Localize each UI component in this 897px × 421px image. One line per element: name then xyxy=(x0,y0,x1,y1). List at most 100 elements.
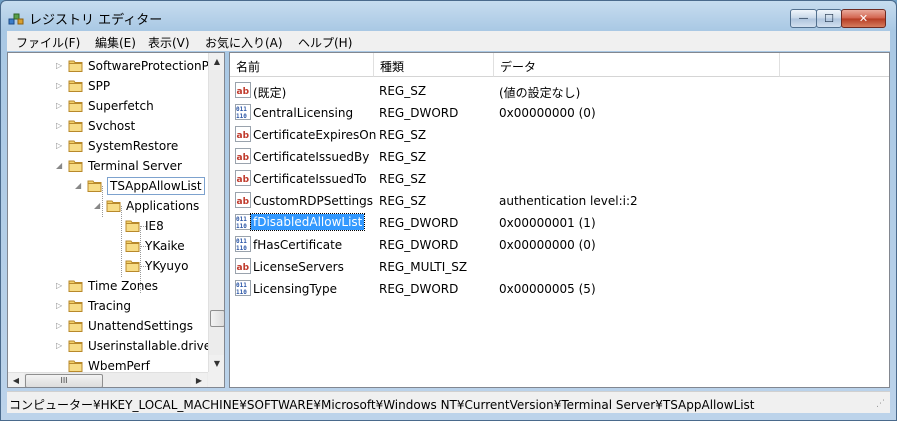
tree-item-label[interactable]: TSAppAllowList xyxy=(107,177,205,195)
string-value-icon: ab xyxy=(235,126,251,142)
tree-item[interactable]: ◢ TSAppAllowList xyxy=(8,176,208,196)
value-type: REG_DWORD xyxy=(379,238,459,252)
svg-text:011: 011 xyxy=(236,238,247,245)
tree-item-label[interactable]: UnattendSettings xyxy=(88,319,193,333)
expand-arrow-icon[interactable]: ▷ xyxy=(56,102,64,110)
value-row[interactable]: ab CustomRDPSettings REG_SZ authentication … xyxy=(230,189,889,211)
status-bar: コンピューター¥HKEY_LOCAL_MACHINE¥SOFTWARE¥Micr… xyxy=(7,391,890,413)
tree-item-label[interactable]: Applications xyxy=(126,199,199,213)
folder-icon xyxy=(68,298,84,313)
folder-shape xyxy=(68,160,83,172)
value-data: 0x00000001 (1) xyxy=(499,216,596,230)
close-button[interactable]: ✕ xyxy=(841,9,886,28)
folder-icon xyxy=(68,78,84,93)
tree-item[interactable]: ▷ UnattendSettings xyxy=(8,316,208,336)
value-row[interactable]: 011 110 CentralLicensing REG_DWORD 0x0000000… xyxy=(230,101,889,123)
tree-connector xyxy=(140,226,148,227)
tree-item-label[interactable]: YKaike xyxy=(145,239,185,253)
scroll-up-icon[interactable]: ▲ xyxy=(209,53,224,70)
scroll-left-icon[interactable]: ◀ xyxy=(8,373,24,387)
tree-item-label[interactable]: Userinstallable.drive xyxy=(88,339,211,353)
value-type: REG_SZ xyxy=(379,172,427,186)
tree-item-label[interactable]: SPP xyxy=(88,79,110,93)
folder-icon xyxy=(68,278,84,293)
expand-arrow-icon[interactable]: ▷ xyxy=(56,82,64,90)
expand-arrow-icon[interactable]: ▷ xyxy=(56,302,64,310)
values-list-pane[interactable]: 名前 種類 データ ab (既定) REG_SZ (値の設定なし) 011 110 Cent… xyxy=(229,52,890,388)
string-value-icon: ab xyxy=(235,258,251,274)
tree-item[interactable]: IE8 xyxy=(8,216,208,236)
value-row[interactable]: 011 110 LicensingType REG_DWORD 0x00000005 (… xyxy=(230,277,889,299)
tree-item-label[interactable]: Tracing xyxy=(88,299,131,313)
tree-item-label[interactable]: Superfetch xyxy=(88,99,154,113)
resize-grip-icon[interactable]: ⋰ xyxy=(876,399,888,411)
value-row[interactable]: ab (既定) REG_SZ (値の設定なし) xyxy=(230,79,889,101)
tree-item[interactable]: ▷ Superfetch xyxy=(8,96,208,116)
tree-item[interactable]: ▷ SPP xyxy=(8,76,208,96)
tree-item[interactable]: ▷ Tracing xyxy=(8,296,208,316)
folder-shape xyxy=(68,320,83,332)
expand-arrow-icon xyxy=(113,222,121,230)
expand-arrow-icon[interactable]: ▷ xyxy=(56,322,64,330)
tree-item-label[interactable]: SoftwareProtectionP xyxy=(88,59,209,73)
maximize-button[interactable]: ☐ xyxy=(816,9,842,28)
menu-help[interactable]: ヘルプ(H) xyxy=(298,34,352,51)
tree-item[interactable]: ▷ Userinstallable.drive xyxy=(8,336,211,356)
tree-item[interactable]: ▷ SoftwareProtectionP xyxy=(8,56,209,76)
value-name: (既定) xyxy=(253,86,287,100)
tree-item[interactable]: ▷ SystemRestore xyxy=(8,136,208,156)
key-tree-pane[interactable]: ▷ SoftwareProtectionP ▷ SPP ▷ Superfetch ▷ Svch… xyxy=(7,52,225,388)
tree-item-label[interactable]: YKyuyo xyxy=(145,259,188,273)
tree-item[interactable]: YKaike xyxy=(8,236,208,256)
collapse-arrow-icon[interactable]: ◢ xyxy=(94,202,102,210)
value-row[interactable]: 011 110 fDisabledAllowList REG_DWORD 0x00000… xyxy=(230,211,889,233)
tree-item[interactable]: ◢ Applications xyxy=(8,196,208,216)
minimize-button[interactable]: — xyxy=(790,9,817,28)
column-header-data[interactable]: データ xyxy=(494,53,780,77)
tree-item[interactable]: ◢ Terminal Server xyxy=(8,156,208,176)
scroll-thumb[interactable] xyxy=(210,310,224,327)
folder-icon xyxy=(125,258,141,273)
tree-item[interactable]: YKyuyo xyxy=(8,256,208,276)
tree-item-label[interactable]: WbemPerf xyxy=(88,359,150,373)
value-row[interactable]: 011 110 fHasCertificate REG_DWORD 0x00000000… xyxy=(230,233,889,255)
value-row[interactable]: ab CertificateExpiresOn REG_SZ xyxy=(230,123,889,145)
menu-favorites[interactable]: お気に入り(A) xyxy=(205,34,283,51)
column-header-name[interactable]: 名前 xyxy=(230,53,374,77)
value-type: REG_DWORD xyxy=(379,282,459,296)
tree-item[interactable]: ▷ Svchost xyxy=(8,116,208,136)
scroll-thumb-horizontal[interactable]: III xyxy=(25,374,103,387)
scroll-right-icon[interactable]: ▶ xyxy=(191,373,207,387)
expand-arrow-icon[interactable]: ▷ xyxy=(56,142,64,150)
collapse-arrow-icon[interactable]: ◢ xyxy=(75,182,83,190)
menu-view[interactable]: 表示(V) xyxy=(148,34,190,51)
scroll-down-icon[interactable]: ▼ xyxy=(209,355,224,372)
folder-shape xyxy=(68,360,83,372)
folder-shape xyxy=(68,340,83,352)
tree-item-label[interactable]: Terminal Server xyxy=(88,159,182,173)
collapse-arrow-icon[interactable]: ◢ xyxy=(56,162,64,170)
expand-arrow-icon[interactable]: ▷ xyxy=(56,282,64,290)
folder-shape xyxy=(68,100,83,112)
tree-vertical-scrollbar[interactable]: ▲ ▼ xyxy=(208,53,224,372)
value-row[interactable]: ab CertificateIssuedTo REG_SZ xyxy=(230,167,889,189)
tree-item-label[interactable]: Time Zones xyxy=(88,279,158,293)
menu-file[interactable]: ファイル(F) xyxy=(16,34,80,51)
binary-value-icon: 011 110 xyxy=(235,280,251,296)
menu-edit[interactable]: 編集(E) xyxy=(95,34,136,51)
folder-shape xyxy=(68,140,83,152)
binary-value-icon: 011 110 xyxy=(235,214,251,230)
expand-arrow-icon[interactable]: ▷ xyxy=(56,122,64,130)
title-bar[interactable]: レジストリ エディター — ☐ ✕ xyxy=(1,1,896,31)
tree-item-label[interactable]: Svchost xyxy=(88,119,135,133)
expand-arrow-icon[interactable]: ▷ xyxy=(56,62,64,70)
expand-arrow-icon[interactable]: ▷ xyxy=(56,342,64,350)
value-name: CertificateIssuedBy xyxy=(253,150,370,164)
tree-item-label[interactable]: SystemRestore xyxy=(88,139,178,153)
value-row[interactable]: ab LicenseServers REG_MULTI_SZ xyxy=(230,255,889,277)
value-row[interactable]: ab CertificateIssuedBy REG_SZ xyxy=(230,145,889,167)
column-header-type[interactable]: 種類 xyxy=(374,53,494,77)
tree-item[interactable]: ▷ Time Zones xyxy=(8,276,208,296)
tree-horizontal-scrollbar[interactable]: ◀ III ▶ xyxy=(8,372,208,387)
folder-shape xyxy=(68,60,83,72)
